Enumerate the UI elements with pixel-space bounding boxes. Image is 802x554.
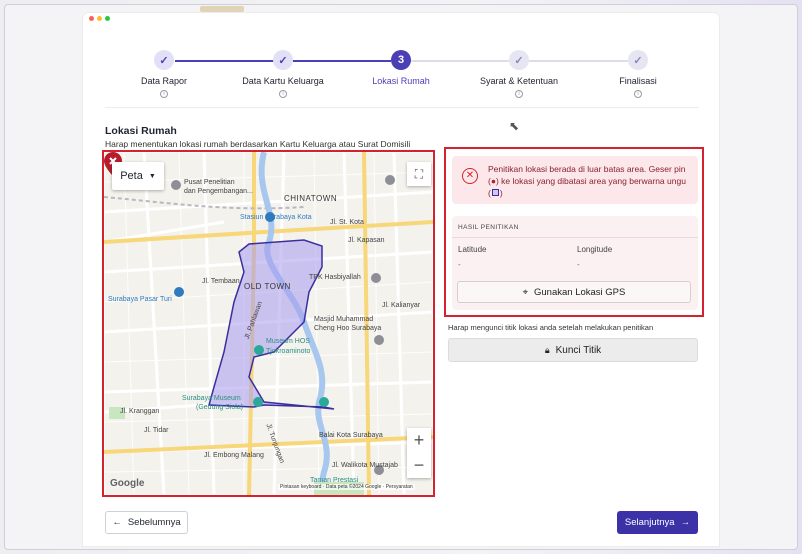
google-logo: Google bbox=[110, 478, 145, 489]
map-label: Taman Prestasi bbox=[310, 477, 359, 484]
crosshair-icon: ⌖ bbox=[522, 286, 528, 298]
map-label: CHINATOWN bbox=[284, 194, 338, 203]
next-label: Selanjutnya bbox=[624, 517, 675, 528]
fullscreen-icon[interactable]: ⛶ bbox=[407, 162, 431, 186]
step-label: Finalisasi bbox=[619, 76, 657, 86]
error-icon: ✕ bbox=[462, 168, 478, 184]
check-icon: ✓ bbox=[273, 50, 293, 70]
longitude-value: - bbox=[577, 260, 580, 269]
background-decoration bbox=[200, 6, 244, 12]
lock-icon: 🔒︎ bbox=[544, 344, 550, 355]
map-label: Jl. St. Kota bbox=[330, 219, 364, 226]
stepper: ✓ Data Rapor i ✓ Data Kartu Keluarga i 3… bbox=[105, 50, 699, 100]
alert-text: ) ke lokasi yang dibatasi area yang berw… bbox=[488, 176, 686, 198]
step-label: Lokasi Rumah bbox=[372, 76, 430, 86]
section-title: Lokasi Rumah bbox=[105, 125, 177, 137]
map-label: Surabaya Museum bbox=[182, 395, 241, 402]
next-button[interactable]: Selanjutnya → bbox=[617, 511, 698, 534]
map-label: Pusat Penelitian bbox=[184, 179, 235, 186]
gps-button-label: Gunakan Lokasi GPS bbox=[534, 286, 626, 298]
step-label: Syarat & Ketentuan bbox=[479, 76, 559, 86]
error-alert: ✕ Penitikan lokasi berada di luar batas … bbox=[452, 156, 698, 204]
latitude-label: Latitude bbox=[458, 245, 487, 254]
map-label: Cheng Hoo Surabaya bbox=[314, 325, 382, 332]
alert-text: ) bbox=[499, 188, 503, 198]
check-icon: ✓ bbox=[154, 50, 174, 70]
section-subtitle: Harap menentukan lokasi rumah berdasarka… bbox=[105, 139, 411, 149]
map-label: Masjid Muhammad bbox=[314, 316, 374, 323]
arrow-right-icon: → bbox=[680, 517, 691, 528]
latitude-value: - bbox=[458, 260, 461, 269]
step-label: Data Rapor bbox=[140, 76, 188, 86]
step-data-rapor[interactable]: ✓ Data Rapor i bbox=[104, 50, 224, 98]
maximize-dot[interactable] bbox=[105, 16, 110, 21]
step-lokasi-rumah[interactable]: 3 Lokasi Rumah bbox=[341, 50, 461, 86]
map-label: Balai Kota Surabaya bbox=[319, 432, 383, 439]
map-label: Museum HOS bbox=[266, 338, 310, 345]
result-panel: HASIL PENITIKAN Latitude - Longitude - ⌖… bbox=[452, 216, 698, 310]
info-icon: i bbox=[515, 90, 523, 98]
step-number: 3 bbox=[391, 50, 411, 70]
map-attribution[interactable]: Pintasan keyboard · Data peta ©2024 Goog… bbox=[278, 484, 415, 490]
zoom-in-button[interactable]: + bbox=[407, 428, 431, 453]
check-icon: ✓ bbox=[509, 50, 529, 70]
minimize-dot[interactable] bbox=[97, 16, 102, 21]
lock-note: Harap mengunci titik lokasi anda setelah… bbox=[448, 323, 654, 332]
purple-area-icon bbox=[491, 189, 499, 196]
result-title: HASIL PENITIKAN bbox=[458, 224, 519, 231]
map-label: dan Pengembangan... bbox=[184, 188, 253, 195]
map-label: Jl. Embong Malang bbox=[204, 452, 264, 459]
divider bbox=[105, 107, 699, 108]
use-gps-button[interactable]: ⌖ Gunakan Lokasi GPS bbox=[457, 281, 691, 303]
divider bbox=[452, 237, 698, 238]
step-syarat-ketentuan[interactable]: ✓ Syarat & Ketentuan i bbox=[459, 50, 579, 98]
map-label: Jl. Kranggan bbox=[120, 408, 160, 415]
close-dot[interactable] bbox=[89, 16, 94, 21]
map-label: Jl. Tembaan bbox=[202, 278, 240, 285]
info-icon: i bbox=[160, 90, 168, 98]
map-label: Surabaya Pasar Turi bbox=[108, 296, 172, 303]
previous-label: Sebelumnya bbox=[127, 517, 181, 528]
lock-point-button[interactable]: 🔒︎ Kunci Titik bbox=[448, 338, 698, 362]
check-icon: ✓ bbox=[628, 50, 648, 70]
zoom-out-button[interactable]: − bbox=[407, 453, 431, 478]
caret-down-icon: ▼ bbox=[148, 172, 156, 180]
info-icon: i bbox=[279, 90, 287, 98]
map-view[interactable]: CHINATOWN OLD TOWN Stasiun Surabaya Kota… bbox=[102, 150, 435, 497]
arrow-left-icon: ← bbox=[112, 517, 122, 528]
map-label: Jl. Walikota Mustajab bbox=[332, 462, 398, 469]
map-label: Jl. Tidar bbox=[144, 427, 169, 434]
map-type-label: Peta bbox=[120, 170, 143, 182]
map-label: TPK Hasbiyallah bbox=[309, 274, 361, 281]
step-label: Data Kartu Keluarga bbox=[242, 76, 324, 86]
map-label: Jl. Kapasan bbox=[348, 237, 385, 244]
map-canvas[interactable] bbox=[104, 152, 433, 495]
map-label: Stasiun Surabaya Kota bbox=[240, 214, 312, 221]
step-finalisasi[interactable]: ✓ Finalisasi i bbox=[578, 50, 698, 98]
zoom-control: + − bbox=[407, 428, 431, 478]
lock-button-label: Kunci Titik bbox=[555, 344, 602, 356]
map-label: Jl. Kalianyar bbox=[382, 302, 421, 309]
mouse-cursor-icon: ⬉ bbox=[509, 119, 520, 133]
map-label: (Gedung Siola) bbox=[196, 404, 244, 411]
step-data-kartu-keluarga[interactable]: ✓ Data Kartu Keluarga i bbox=[223, 50, 343, 98]
previous-button[interactable]: ← Sebelumnya bbox=[105, 511, 188, 534]
map-label: Tjokroaminoto bbox=[266, 348, 311, 355]
map-label: OLD TOWN bbox=[244, 282, 291, 291]
window-controls bbox=[89, 16, 110, 21]
longitude-label: Longitude bbox=[577, 245, 613, 254]
info-icon: i bbox=[634, 90, 642, 98]
map-type-dropdown[interactable]: Peta ▼ bbox=[112, 162, 164, 190]
